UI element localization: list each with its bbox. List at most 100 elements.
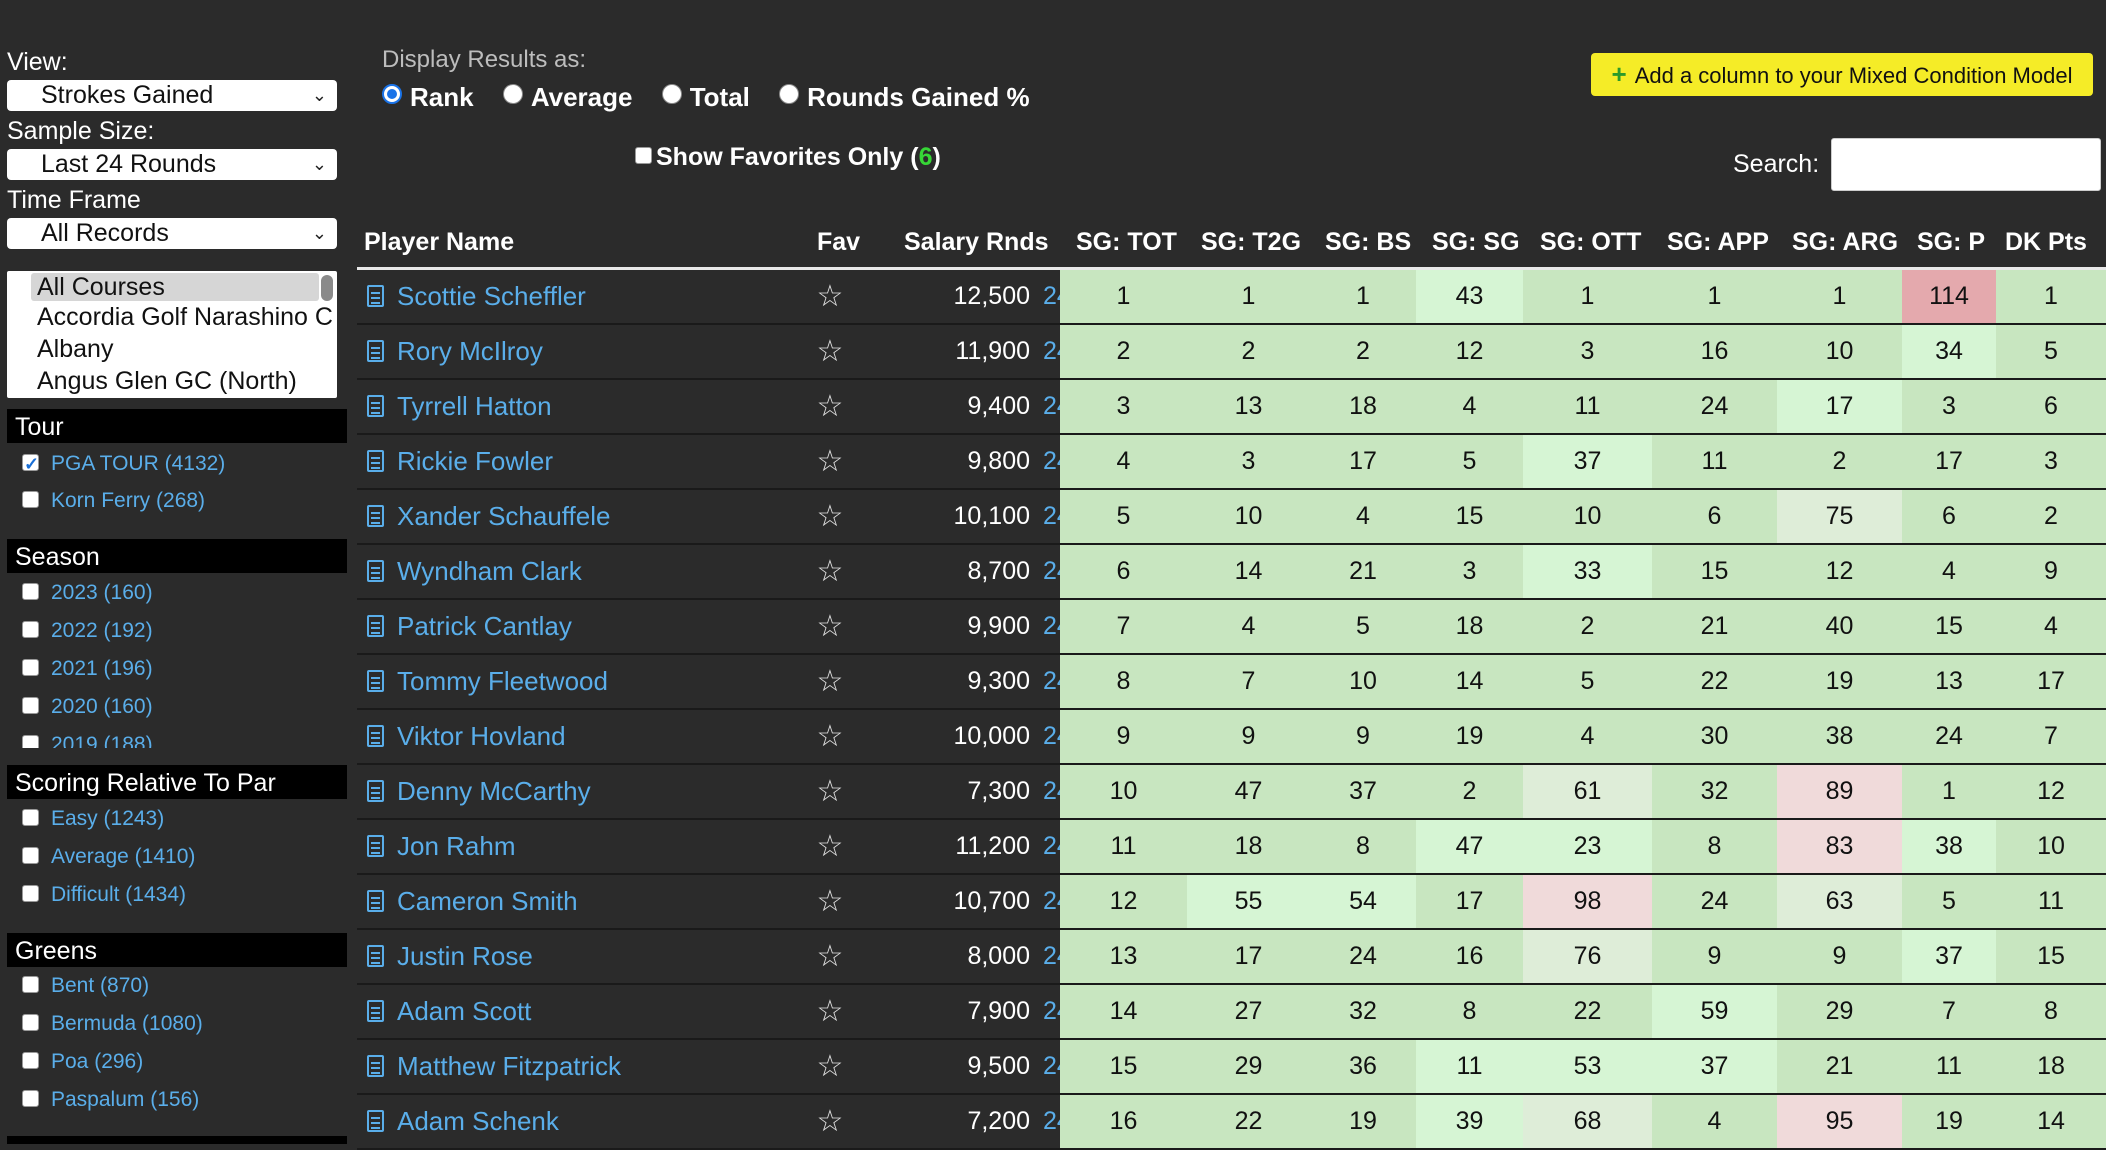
radio[interactable]	[502, 84, 523, 104]
column-header[interactable]: SG: P	[1917, 228, 1985, 257]
time-frame-select[interactable]: All Records ⌄	[7, 218, 337, 249]
checkbox[interactable]	[22, 697, 39, 714]
favorite-star-icon[interactable]: ☆	[815, 930, 845, 983]
column-header[interactable]: SG: ARG	[1792, 228, 1898, 257]
document-icon[interactable]	[367, 1055, 384, 1077]
favorite-star-icon[interactable]: ☆	[815, 765, 845, 818]
player-name-link[interactable]: Wyndham Clark	[397, 545, 582, 598]
player-name-link[interactable]: Rory McIlroy	[397, 325, 543, 378]
checkbox[interactable]	[22, 583, 39, 600]
document-icon[interactable]	[367, 450, 384, 472]
season-filter[interactable]: 2021 (196)	[22, 654, 153, 684]
checkbox[interactable]	[22, 1052, 39, 1069]
column-header[interactable]: SG: SG	[1432, 228, 1520, 257]
player-name-link[interactable]: Justin Rose	[397, 930, 533, 983]
greens-filter[interactable]: Poa (296)	[22, 1047, 143, 1077]
document-icon[interactable]	[367, 615, 384, 637]
document-icon[interactable]	[367, 505, 384, 527]
checkbox[interactable]	[22, 491, 39, 508]
document-icon[interactable]	[367, 890, 384, 912]
radio-selected[interactable]	[382, 84, 402, 104]
favorite-star-icon[interactable]: ☆	[815, 380, 845, 433]
column-header[interactable]: Rnds	[986, 228, 1049, 257]
column-header[interactable]: Player Name	[364, 228, 514, 257]
checkbox[interactable]	[22, 1090, 39, 1107]
player-name-link[interactable]: Rickie Fowler	[397, 435, 553, 488]
checkbox[interactable]	[635, 147, 652, 164]
add-column-button[interactable]: + Add a column to your Mixed Condition Mo…	[1591, 53, 2093, 96]
tour-filter-kornferry[interactable]: Korn Ferry (268)	[22, 486, 205, 516]
show-favorites-only[interactable]: Show Favorites Only (6)	[635, 143, 941, 172]
checkbox[interactable]	[22, 885, 39, 902]
season-list[interactable]: 2023 (160) 2022 (192) 2021 (196) 2020 (1…	[0, 578, 348, 748]
greens-filter[interactable]: Paspalum (156)	[22, 1085, 199, 1115]
favorite-star-icon[interactable]: ☆	[815, 600, 845, 653]
favorite-star-icon[interactable]: ☆	[815, 545, 845, 598]
checkbox[interactable]	[22, 659, 39, 676]
greens-filter[interactable]: Bermuda (1080)	[22, 1009, 203, 1039]
course-option[interactable]: Angus Glen GC (North)	[7, 365, 337, 397]
checkbox[interactable]	[22, 621, 39, 638]
radio[interactable]	[779, 84, 800, 104]
player-name-link[interactable]: Jon Rahm	[397, 820, 516, 873]
document-icon[interactable]	[367, 340, 384, 362]
favorite-star-icon[interactable]: ☆	[815, 655, 845, 708]
player-name-link[interactable]: Tommy Fleetwood	[397, 655, 608, 708]
column-header[interactable]: Fav	[817, 228, 860, 257]
column-header[interactable]: DK Pts	[2005, 228, 2087, 257]
favorite-star-icon[interactable]: ☆	[815, 985, 845, 1038]
sample-size-select[interactable]: Last 24 Rounds ⌄	[7, 149, 337, 180]
favorite-star-icon[interactable]: ☆	[815, 1095, 845, 1148]
season-filter[interactable]: 2020 (160)	[22, 692, 153, 722]
document-icon[interactable]	[367, 560, 384, 582]
player-name-link[interactable]: Patrick Cantlay	[397, 600, 572, 653]
column-header[interactable]: SG: T2G	[1201, 228, 1301, 257]
player-name-link[interactable]: Adam Schenk	[397, 1095, 559, 1148]
column-header[interactable]: SG: TOT	[1076, 228, 1177, 257]
season-filter[interactable]: 2019 (188)	[22, 730, 153, 748]
column-header[interactable]: SG: BS	[1325, 228, 1411, 257]
favorite-star-icon[interactable]: ☆	[815, 710, 845, 763]
favorite-star-icon[interactable]: ☆	[815, 325, 845, 378]
player-name-link[interactable]: Adam Scott	[397, 985, 531, 1038]
document-icon[interactable]	[367, 670, 384, 692]
favorite-star-icon[interactable]: ☆	[815, 1040, 845, 1093]
player-name-link[interactable]: Tyrrell Hatton	[397, 380, 552, 433]
radio-rounds-gained[interactable]: Rounds Gained %	[779, 82, 1030, 113]
favorite-star-icon[interactable]: ☆	[815, 820, 845, 873]
column-header[interactable]: SG: APP	[1667, 228, 1769, 257]
checkbox[interactable]	[22, 976, 39, 993]
course-listbox[interactable]: All Courses Accordia Golf Narashino C Al…	[7, 271, 337, 398]
scoring-filter[interactable]: Difficult (1434)	[22, 880, 186, 910]
checkbox-checked[interactable]	[22, 449, 39, 479]
season-filter[interactable]: 2022 (192)	[22, 616, 153, 646]
course-list-scrollbar[interactable]	[321, 275, 333, 301]
tour-filter-pga[interactable]: PGA TOUR (4132)	[22, 449, 225, 479]
checkbox[interactable]	[22, 809, 39, 826]
document-icon[interactable]	[367, 835, 384, 857]
course-option[interactable]: Accordia Golf Narashino C	[7, 301, 337, 333]
season-filter[interactable]: 2023 (160)	[22, 578, 153, 608]
document-icon[interactable]	[367, 945, 384, 967]
document-icon[interactable]	[367, 1110, 384, 1132]
scoring-filter[interactable]: Average (1410)	[22, 842, 195, 872]
view-select[interactable]: Strokes Gained ⌄	[7, 80, 337, 111]
course-option[interactable]: Albany	[7, 333, 337, 365]
greens-filter[interactable]: Bent (870)	[22, 971, 149, 1001]
scoring-filter[interactable]: Easy (1243)	[22, 804, 164, 834]
document-icon[interactable]	[367, 1000, 384, 1022]
document-icon[interactable]	[367, 395, 384, 417]
player-name-link[interactable]: Xander Schauffele	[397, 490, 610, 543]
favorite-star-icon[interactable]: ☆	[815, 270, 845, 323]
document-icon[interactable]	[367, 780, 384, 802]
player-name-link[interactable]: Cameron Smith	[397, 875, 578, 928]
checkbox[interactable]	[22, 847, 39, 864]
checkbox[interactable]	[22, 735, 39, 748]
course-option[interactable]: All Courses	[31, 273, 319, 301]
favorite-star-icon[interactable]: ☆	[815, 875, 845, 928]
player-name-link[interactable]: Scottie Scheffler	[397, 270, 586, 323]
radio[interactable]	[661, 84, 682, 104]
checkbox[interactable]	[22, 1014, 39, 1031]
player-name-link[interactable]: Matthew Fitzpatrick	[397, 1040, 621, 1093]
favorite-star-icon[interactable]: ☆	[815, 490, 845, 543]
